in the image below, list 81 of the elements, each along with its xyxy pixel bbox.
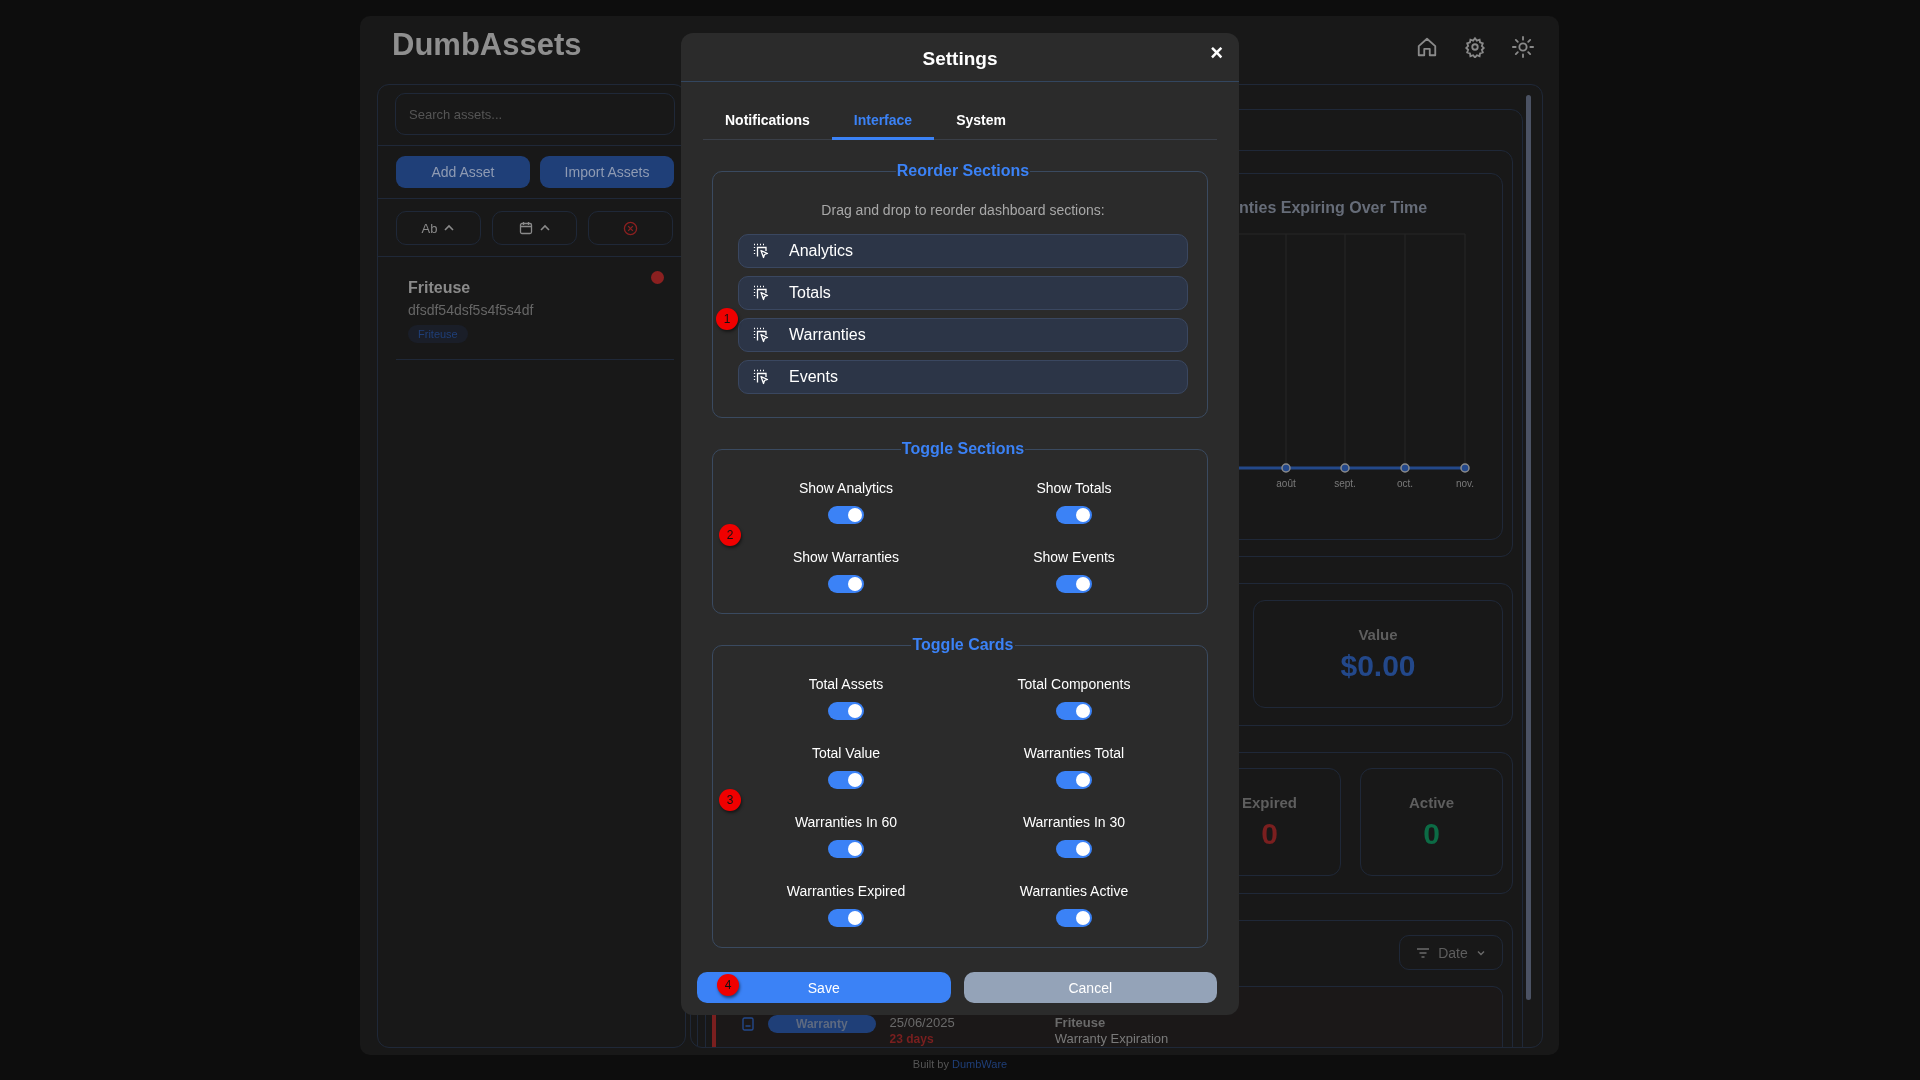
drag-icon — [753, 369, 769, 385]
toggle-label: Warranties Active — [1019, 883, 1129, 899]
toggle-switch[interactable] — [828, 702, 864, 720]
settings-tab[interactable]: Interface — [831, 102, 935, 140]
axis-label: août — [1276, 478, 1296, 489]
toggle-switch[interactable] — [1056, 506, 1092, 524]
card-value: 0 — [1261, 816, 1278, 851]
toggle-switch[interactable] — [1056, 840, 1092, 858]
chart-title: nties Expiring Over Time — [1239, 199, 1429, 217]
drag-icon — [753, 327, 769, 343]
toggle-label: Show Totals — [1036, 480, 1112, 496]
toggle-label: Warranties In 60 — [794, 814, 898, 830]
toggle-label: Warranties Expired — [786, 883, 906, 899]
toggle-switch[interactable] — [828, 575, 864, 593]
annotation-marker: 1 — [716, 308, 738, 330]
reorder-hint: Drag and drop to reorder dashboard sections: — [820, 202, 1106, 218]
toggle-switch[interactable] — [828, 909, 864, 927]
asset-serial: dfsdf54dsf5s4f5s4df — [408, 302, 534, 318]
date-sort-button[interactable] — [492, 211, 577, 245]
toggle-label: Warranties Total — [1023, 745, 1125, 761]
toggle-switch[interactable] — [828, 840, 864, 858]
calendar-icon — [518, 221, 533, 235]
search-field[interactable]: Search assets... — [395, 93, 675, 135]
drag-icon — [753, 243, 769, 259]
sidebar-button[interactable]: Add Asset — [396, 156, 530, 188]
toggle-switch[interactable] — [828, 771, 864, 789]
app-title: DumbAssets — [392, 27, 582, 63]
close-icon — [623, 220, 638, 236]
toggle-label: Total Assets — [808, 676, 884, 692]
card-value: $0.00 — [1340, 648, 1416, 683]
annotation-marker: 3 — [719, 788, 741, 811]
sidebar-button[interactable]: Import Assets — [540, 156, 674, 188]
toggle-switch[interactable] — [1056, 771, 1092, 789]
asset-item[interactable]: Friteuse dfsdf54dsf5s4f5s4df Friteuse — [396, 257, 674, 360]
asset-tag: Friteuse — [408, 325, 468, 343]
toggle-switch[interactable] — [1056, 702, 1092, 720]
toggle-label: Total Value — [811, 745, 881, 761]
settings-icon[interactable] — [1464, 36, 1486, 58]
card-value: 0 — [1423, 816, 1440, 851]
settings-tab[interactable]: System — [934, 102, 1028, 140]
asset-title: Friteuse — [408, 279, 471, 297]
draggable-section-item[interactable]: Events — [738, 360, 1188, 394]
panel-legend: Toggle Cards — [911, 636, 1015, 654]
event-type-badge: Warranty — [768, 1015, 876, 1033]
toggle-label: Show Analytics — [798, 480, 894, 496]
dialog-title: Settings — [922, 48, 998, 70]
annotation-marker: 2 — [719, 523, 741, 546]
footer-text: Built by DumbWare — [912, 1058, 1008, 1070]
toggle-switch[interactable] — [828, 506, 864, 524]
axis-label: sept. — [1334, 478, 1356, 489]
toggle-label: Show Events — [1033, 549, 1115, 565]
scrollbar[interactable] — [1526, 95, 1531, 1000]
panel-legend: Toggle Sections — [900, 440, 1026, 458]
date-filter-button[interactable]: Date — [1399, 935, 1503, 970]
toggle-label: Show Warranties — [792, 549, 900, 565]
settings-tab[interactable]: Notifications — [703, 102, 832, 140]
event-description: Warranty Expiration — [1054, 1031, 1169, 1046]
toggle-switch[interactable] — [1056, 909, 1092, 927]
document-icon — [742, 1017, 754, 1031]
event-date: 25/06/2025 — [889, 1015, 955, 1030]
draggable-section-item[interactable]: Warranties — [738, 318, 1188, 352]
card-label: Value — [1358, 625, 1398, 643]
event-asset-name: Friteuse — [1054, 1015, 1107, 1030]
home-icon[interactable] — [1416, 36, 1438, 58]
event-days-left: 23 days — [889, 1032, 935, 1046]
card-label: Active — [1409, 793, 1454, 811]
toggle-label: Warranties In 30 — [1022, 814, 1126, 830]
sun-icon[interactable] — [1512, 36, 1534, 58]
filter-icon — [1416, 946, 1431, 959]
toggle-label: Total Components — [1017, 676, 1131, 692]
draggable-section-item[interactable]: Analytics — [738, 234, 1188, 268]
drag-icon — [753, 285, 769, 301]
toggle-switch[interactable] — [1056, 575, 1092, 593]
panel-legend: Reorder Sections — [895, 162, 1031, 180]
axis-label: nov. — [1455, 478, 1475, 489]
name-sort-button[interactable]: Ab — [396, 211, 481, 245]
status-dot — [651, 271, 664, 284]
draggable-section-item[interactable]: Totals — [738, 276, 1188, 310]
close-button[interactable]: × — [1206, 41, 1227, 65]
card-label: Expired — [1242, 793, 1297, 811]
axis-label: oct. — [1396, 478, 1414, 489]
